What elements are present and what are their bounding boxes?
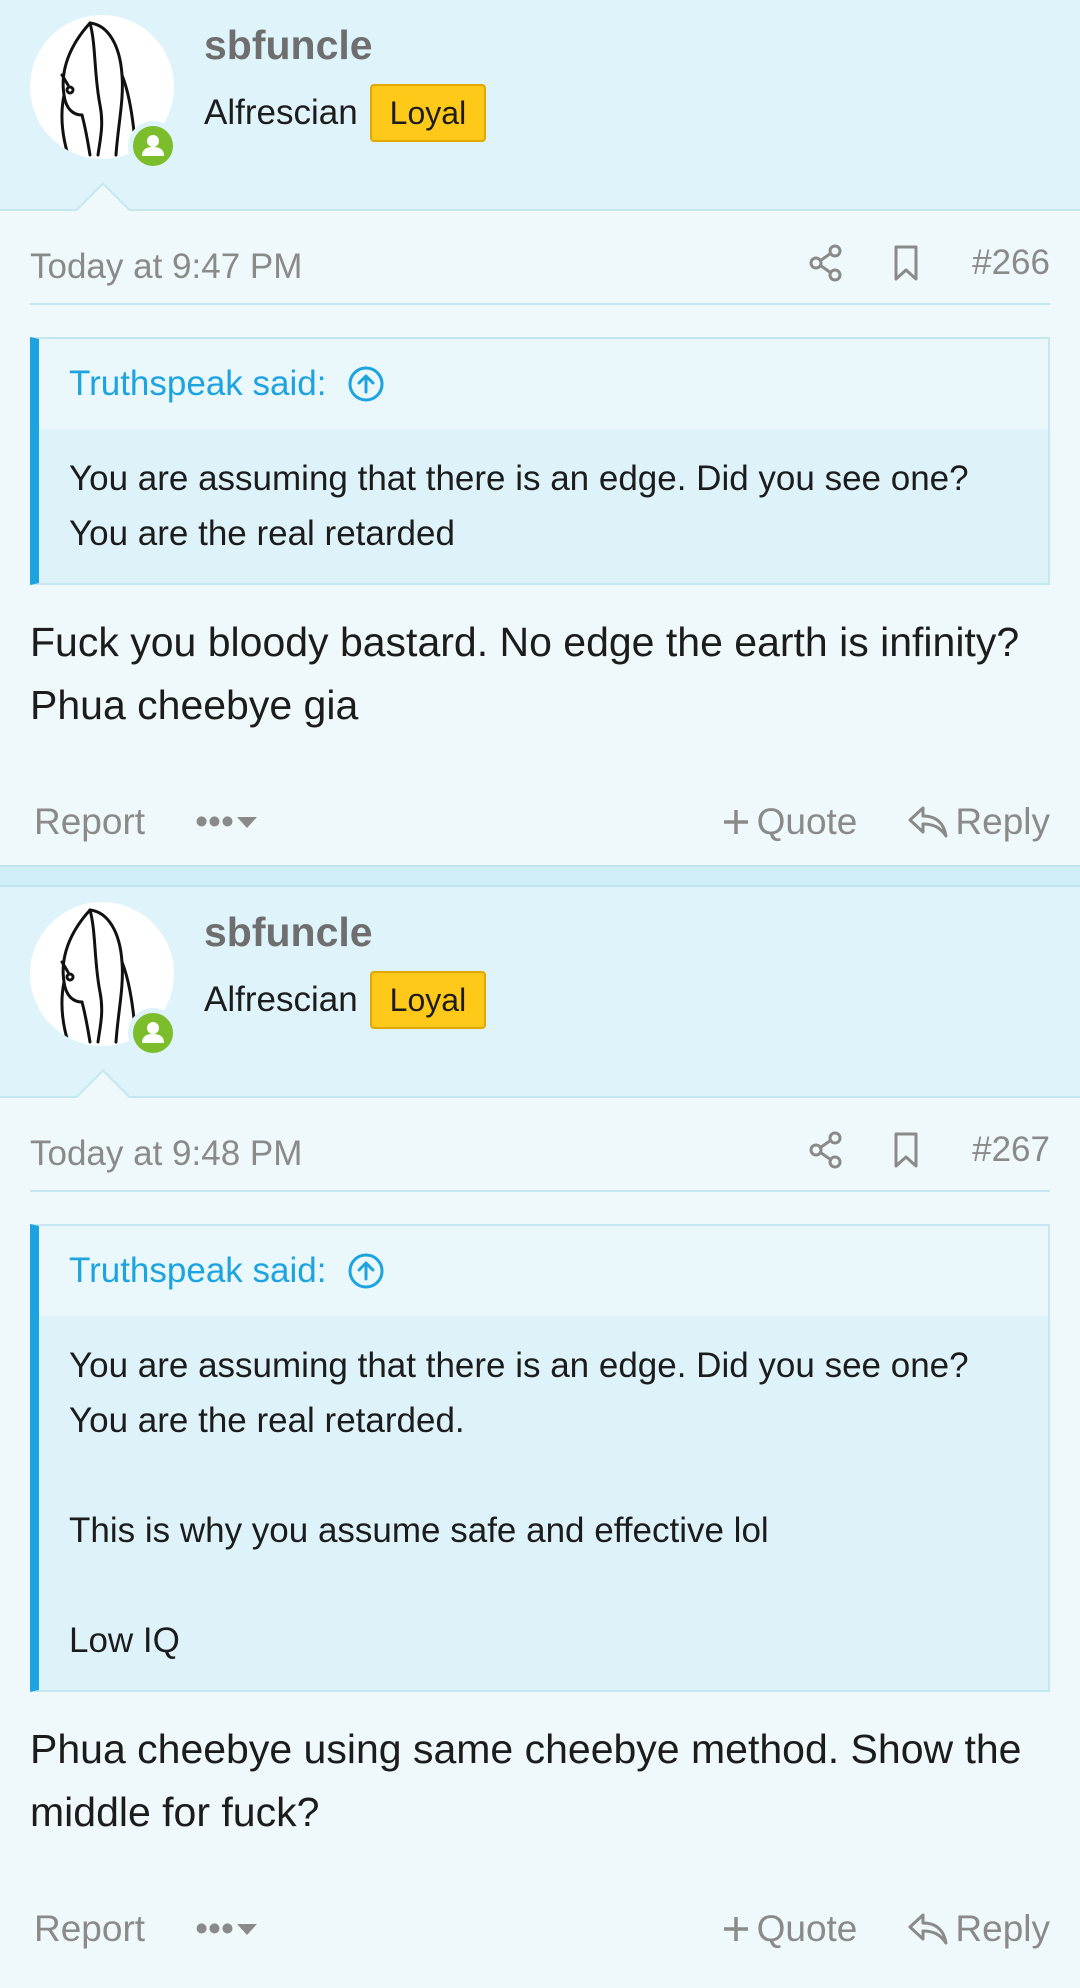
meta-actions: #267 [804,1128,1050,1172]
arrow-up-circle-icon[interactable] [346,1251,386,1291]
quote-content: You are assuming that there is an edge. … [39,1316,1048,1690]
more-options-button[interactable]: ••• [195,801,260,843]
more-dots-icon: ••• [195,801,234,842]
reply-button-label: Reply [955,801,1050,842]
quote-header[interactable]: Truthspeak said: [39,1226,1048,1316]
post-266: sbfuncle Alfrescian Loyal Today at 9:47 … [0,0,1080,865]
quote-header[interactable]: Truthspeak said: [39,339,1048,429]
post-date[interactable]: Today at 9:48 PM [30,1134,302,1174]
user-banner: Loyal [369,971,487,1029]
reply-button[interactable]: Reply [907,801,1050,843]
quote-line: You are assuming that there is an edge. … [69,1346,969,1440]
quote-author[interactable]: Truthspeak said: [69,1251,326,1291]
post-message: Phua cheebye using same cheebye method. … [30,1726,1022,1835]
quote-author[interactable]: Truthspeak said: [69,364,326,404]
user-title: Alfrescian [204,980,358,1019]
footer-actions: Quote Reply [721,1886,1050,1972]
avatar[interactable] [30,15,178,171]
post-meta: Today at 9:48 PM #267 [30,1098,1050,1192]
header-pointer [74,182,132,212]
plus-icon [723,810,748,834]
quote-line: This is why you assume safe and effectiv… [69,1511,769,1550]
bookmark-icon[interactable] [884,241,928,285]
post-body: Today at 9:47 PM #266 Truthspeak said: Y… [0,211,1080,865]
caret-down-icon [236,1924,257,1935]
reply-button[interactable]: Reply [907,1908,1050,1950]
quote-line [69,1558,1018,1613]
online-status-icon [128,1008,178,1058]
arrow-up-circle-icon[interactable] [346,364,386,404]
footer-actions: Quote Reply [721,779,1050,865]
user-title-row: Alfrescian Loyal [204,971,487,1029]
caret-down-icon [236,817,257,828]
post-267: sbfuncle Alfrescian Loyal Today at 9:48 … [0,887,1080,1972]
post-body: Today at 9:48 PM #267 Truthspeak said: Y… [0,1098,1080,1972]
report-link[interactable]: Report [34,1908,145,1950]
post-footer: Report ••• Quote Reply [30,779,1050,865]
username[interactable]: sbfuncle [204,909,373,956]
post-number[interactable]: #267 [972,1130,1050,1170]
quote-button-label: Quote [756,801,858,842]
online-status-icon [128,121,178,171]
post-date[interactable]: Today at 9:47 PM [30,247,302,287]
username[interactable]: sbfuncle [204,22,373,69]
post-number[interactable]: #266 [972,243,1050,283]
share-icon[interactable] [804,241,848,285]
quote-line: Low IQ [69,1621,180,1660]
user-title: Alfrescian [204,93,358,132]
quote-line [69,1448,1018,1503]
quote-block: Truthspeak said: You are assuming that t… [30,337,1050,585]
user-title-row: Alfrescian Loyal [204,84,487,142]
post-footer: Report ••• Quote Reply [30,1886,1050,1972]
quote-button[interactable]: Quote [721,801,858,843]
bookmark-icon[interactable] [884,1128,928,1172]
post-user-header: sbfuncle Alfrescian Loyal [0,0,1080,212]
share-icon[interactable] [804,1128,848,1172]
quote-content: You are assuming that there is an edge. … [39,429,1048,583]
reply-arrow-icon [908,806,948,838]
quote-button[interactable]: Quote [721,1908,858,1950]
more-options-button[interactable]: ••• [195,1908,260,1950]
reply-button-label: Reply [955,1908,1050,1949]
post-meta: Today at 9:47 PM #266 [30,211,1050,305]
post-message: Fuck you bloody bastard. No edge the ear… [30,619,1020,728]
post-divider [0,865,1080,887]
plus-icon [723,1917,748,1941]
quote-button-label: Quote [756,1908,858,1949]
more-dots-icon: ••• [195,1908,234,1949]
reply-arrow-icon [908,1913,948,1945]
user-banner: Loyal [369,84,487,142]
post-user-header: sbfuncle Alfrescian Loyal [0,887,1080,1099]
report-link[interactable]: Report [34,801,145,843]
header-pointer [74,1069,132,1099]
quote-block: Truthspeak said: You are assuming that t… [30,1224,1050,1692]
meta-actions: #266 [804,241,1050,285]
avatar[interactable] [30,902,178,1058]
quote-line: You are assuming that there is an edge. … [69,459,969,553]
